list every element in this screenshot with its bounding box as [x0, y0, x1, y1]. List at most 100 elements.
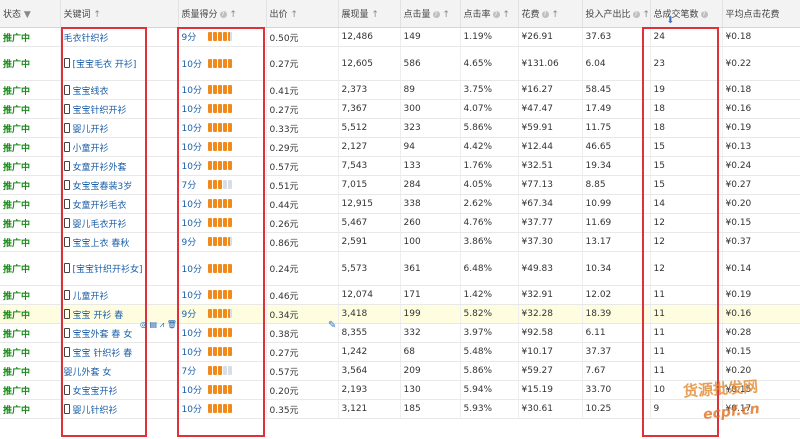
help-icon[interactable]: ?: [219, 11, 227, 18]
help-icon[interactable]: ?: [632, 11, 640, 18]
keyword-link[interactable]: 毛衣针织衫: [64, 34, 109, 44]
header-avg-cpc[interactable]: 平均点击花费: [722, 0, 800, 28]
value-price[interactable]: 0.51元: [270, 182, 299, 192]
status-label[interactable]: 推广中: [3, 163, 30, 173]
status-label[interactable]: 推广中: [3, 406, 30, 416]
cell-keyword[interactable]: 宝宝 针织衫 春: [60, 342, 179, 362]
keyword-link[interactable]: [宝宝针织开衫女]: [73, 265, 143, 275]
cell-keyword[interactable]: 婴儿针织衫: [60, 399, 179, 419]
header-impressions[interactable]: 展现量 ↑: [338, 0, 401, 28]
value-price[interactable]: 0.26元: [270, 220, 299, 230]
sort-down-icon[interactable]: ⬇: [667, 16, 675, 26]
keyword-link[interactable]: 儿童开衫: [73, 292, 109, 302]
cell-price[interactable]: 0.27元: [266, 342, 339, 362]
value-price[interactable]: 0.27元: [270, 106, 299, 116]
quality-score[interactable]: 10分: [182, 383, 208, 396]
keyword-link[interactable]: 宝宝线衣: [73, 87, 109, 97]
keyword-link[interactable]: 宝宝 针织衫 春: [73, 349, 133, 359]
cell-keyword[interactable]: 儿童开衫: [60, 285, 179, 305]
cell-keyword[interactable]: 婴儿开衫: [60, 118, 179, 138]
status-label[interactable]: 推广中: [3, 349, 30, 359]
target-icon[interactable]: ◎: [140, 320, 147, 329]
header-ctr[interactable]: 点击率? ↑: [460, 0, 519, 28]
status-label[interactable]: 推广中: [3, 125, 30, 135]
header-spend[interactable]: 花费? ↑: [518, 0, 583, 28]
quality-score[interactable]: 10分: [182, 140, 208, 153]
cell-keyword[interactable]: [宝宝针织开衫女]: [60, 251, 179, 286]
keyword-link[interactable]: 女童开衫外套: [73, 163, 127, 173]
cell-price[interactable]: 0.24元: [266, 251, 339, 286]
header-roi[interactable]: 投入产出比? ↑: [582, 0, 651, 28]
keyword-link[interactable]: 婴儿外套 女: [64, 368, 112, 378]
status-label[interactable]: 推广中: [3, 182, 30, 192]
help-icon[interactable]: ?: [700, 11, 708, 18]
cell-price[interactable]: 0.51元: [266, 175, 339, 195]
sort-up-icon[interactable]: ↑: [502, 10, 510, 20]
value-price[interactable]: 0.46元: [270, 292, 299, 302]
header-keyword[interactable]: 关键词 ↑: [60, 0, 179, 28]
keyword-link[interactable]: [宝宝毛衣 开衫]: [73, 60, 137, 70]
cell-price[interactable]: 0.46元: [266, 285, 339, 305]
value-price[interactable]: 0.34元: [270, 311, 299, 321]
cell-keyword[interactable]: 婴儿毛衣开衫: [60, 213, 179, 233]
value-price[interactable]: 0.44元: [270, 201, 299, 211]
status-label[interactable]: 推广中: [3, 239, 30, 249]
keyword-link[interactable]: 小童开衫: [73, 144, 109, 154]
cell-keyword[interactable]: 宝宝上衣 春秋: [60, 232, 179, 252]
value-price[interactable]: 0.38元: [270, 330, 299, 340]
cell-price[interactable]: 0.57元: [266, 156, 339, 176]
status-label[interactable]: 推广中: [3, 292, 30, 302]
help-icon[interactable]: ?: [541, 11, 549, 18]
cell-keyword[interactable]: 毛衣针织衫: [60, 27, 179, 47]
cell-price[interactable]: 0.50元: [266, 27, 339, 47]
cell-price[interactable]: 0.26元: [266, 213, 339, 233]
sort-up-icon[interactable]: ↑: [442, 10, 450, 20]
sort-up-icon[interactable]: ↑: [551, 10, 559, 20]
keyword-link[interactable]: 女宝宝春装3岁: [73, 182, 133, 192]
cell-price[interactable]: 0.27元: [266, 46, 339, 81]
chart-icon[interactable]: ⩘: [160, 320, 165, 329]
value-price[interactable]: 0.35元: [270, 406, 299, 416]
report-icon[interactable]: ▤: [150, 320, 158, 329]
value-price[interactable]: 0.86元: [270, 239, 299, 249]
quality-score[interactable]: 7分: [182, 178, 208, 191]
status-label[interactable]: 推广中: [3, 330, 30, 340]
cell-keyword[interactable]: 女宝宝开衫: [60, 380, 179, 400]
status-label[interactable]: 推广中: [3, 34, 30, 44]
quality-score[interactable]: 10分: [182, 197, 208, 210]
keyword-link[interactable]: 婴儿针织衫: [73, 406, 118, 416]
status-label[interactable]: 推广中: [3, 201, 30, 211]
quality-score[interactable]: 10分: [182, 57, 208, 70]
value-price[interactable]: 0.29元: [270, 144, 299, 154]
quality-score[interactable]: 10分: [182, 326, 208, 339]
filter-dropdown-icon[interactable]: ▼: [24, 10, 31, 20]
header-deals[interactable]: 总成交笔数? ⬇: [650, 0, 723, 28]
status-label[interactable]: 推广中: [3, 60, 30, 70]
quality-score[interactable]: 9分: [182, 30, 208, 43]
quality-score[interactable]: 10分: [182, 262, 208, 275]
cell-keyword[interactable]: 女童开衫外套: [60, 156, 179, 176]
keyword-link[interactable]: 宝宝上衣 春秋: [73, 239, 130, 249]
keyword-link[interactable]: 婴儿开衫: [73, 125, 109, 135]
keyword-link[interactable]: 宝宝 开衫 春: [73, 311, 124, 321]
quality-score[interactable]: 9分: [182, 235, 208, 248]
quality-score[interactable]: 10分: [182, 102, 208, 115]
cell-price[interactable]: 0.35元: [266, 399, 339, 419]
quality-score[interactable]: 10分: [182, 83, 208, 96]
sort-up-icon[interactable]: ↑: [642, 10, 649, 20]
sort-up-icon[interactable]: ↑: [371, 10, 379, 20]
quality-score[interactable]: 10分: [182, 288, 208, 301]
cell-price[interactable]: 0.33元: [266, 118, 339, 138]
quality-score[interactable]: 7分: [182, 364, 208, 377]
keyword-link[interactable]: 婴儿毛衣开衫: [73, 220, 127, 230]
quality-score[interactable]: 10分: [182, 121, 208, 134]
status-label[interactable]: 推广中: [3, 368, 30, 378]
cell-keyword[interactable]: 女宝宝春装3岁: [60, 175, 179, 195]
header-price[interactable]: 出价 ↑: [266, 0, 339, 28]
quality-score[interactable]: 9分: [182, 307, 208, 320]
value-price[interactable]: 0.24元: [270, 265, 299, 275]
quality-score[interactable]: 10分: [182, 345, 208, 358]
sort-up-icon[interactable]: ↑: [229, 10, 237, 20]
sort-up-icon[interactable]: ↑: [290, 10, 298, 20]
header-clicks[interactable]: 点击量? ↑: [400, 0, 461, 28]
